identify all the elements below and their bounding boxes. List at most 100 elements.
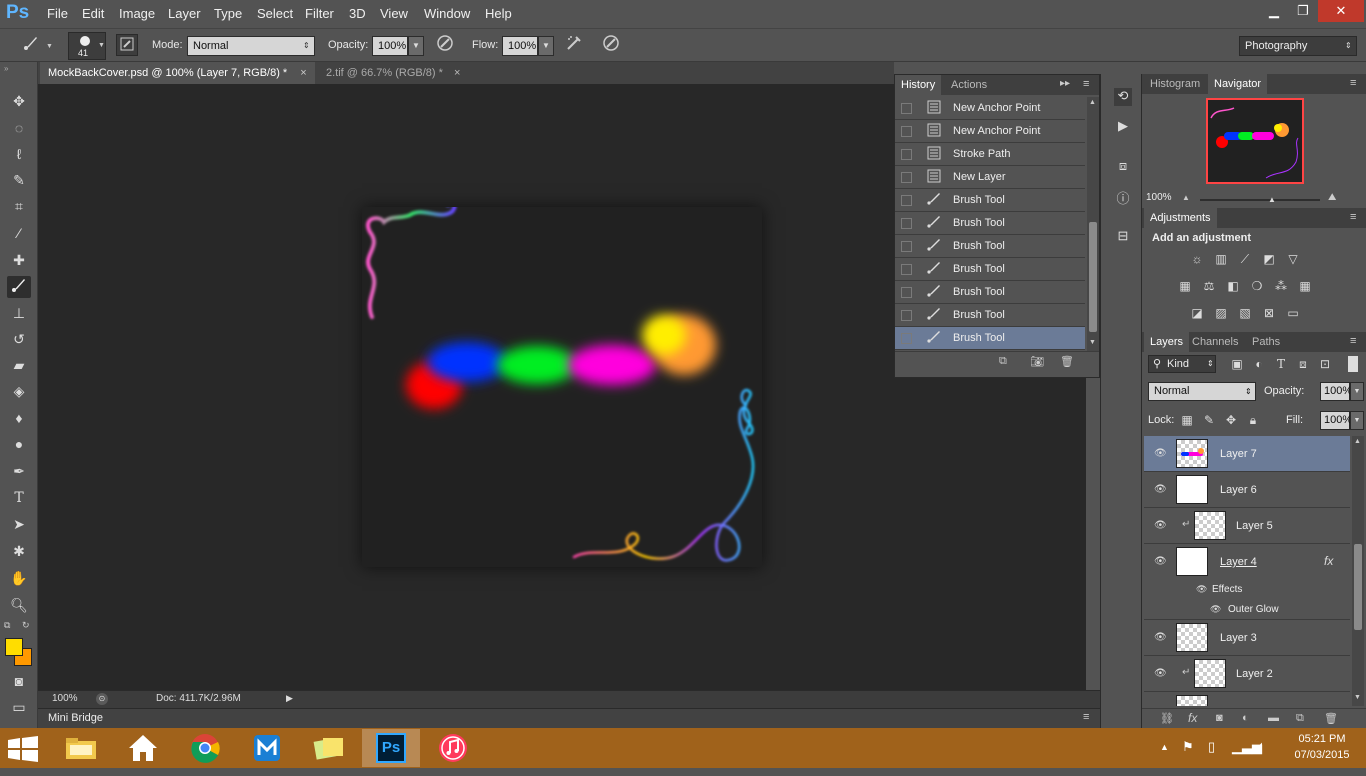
trash-icon[interactable]: 🗑︎ [1060,355,1074,368]
path-selection-tool-icon[interactable]: ➤ [7,513,31,535]
snapshot-source-checkbox[interactable] [901,287,912,298]
hue-saturation-icon[interactable]: ▦ [1176,278,1194,294]
tab-2tif[interactable]: 2.tif @ 66.7% (RGB/8) * × [318,62,468,84]
photoshop-taskbar-icon[interactable]: Ps [362,729,420,767]
type-tool-icon[interactable]: T [7,487,31,509]
lock-transparent-icon[interactable]: ▦ [1178,412,1196,428]
history-state[interactable]: Brush Tool [895,304,1085,327]
filter-adjustment-icon[interactable]: ◐ [1250,356,1268,372]
show-hidden-icons-icon[interactable]: ▲ [1160,742,1169,752]
gradient-map-icon[interactable]: ▭ [1284,305,1302,321]
layer-row-layer-5[interactable]: 👁︎ ↵ Layer 5 [1144,508,1350,544]
menu-help[interactable]: Help [485,6,512,21]
blur-tool-icon[interactable]: ♦ [7,407,31,429]
black-white-icon[interactable]: ◧ [1224,278,1242,294]
history-state[interactable]: Brush Tool [895,189,1085,212]
panel-menu-icon[interactable]: ≡ [1350,335,1356,347]
default-colors-icon[interactable]: ⧉ [4,620,10,631]
filter-type-icon[interactable]: T [1272,356,1290,372]
layer-row-layer-3[interactable]: 👁︎ Layer 3 [1144,620,1350,656]
tab-layers[interactable]: Layers [1144,332,1190,352]
maxthon-icon[interactable] [238,729,296,767]
history-panel-icon[interactable]: ⟲ [1114,88,1132,106]
fill-input[interactable]: 100% [1320,411,1352,430]
lock-position-icon[interactable]: ✥ [1222,412,1240,428]
marquee-tool-icon[interactable]: ◌ [7,117,31,139]
flow-dropdown[interactable]: ▼ [538,36,554,56]
menu-select[interactable]: Select [257,6,293,21]
opacity-dropdown[interactable]: ▼ [408,36,424,56]
tab-mockbackcover[interactable]: MockBackCover.psd @ 100% (Layer 7, RGB/8… [40,62,315,84]
crop-tool-icon[interactable]: ⌗ [7,195,31,217]
color-balance-icon[interactable]: ⚖ [1200,278,1218,294]
layer-row-layer-2[interactable]: 👁︎ ↵ Layer 2 [1144,656,1350,692]
pen-tool-icon[interactable]: ✒ [7,460,31,482]
menu-layer[interactable]: Layer [168,6,201,21]
lock-image-icon[interactable]: ✎ [1200,412,1218,428]
blend-mode-select[interactable]: Normal ⇕ [1148,382,1256,401]
tab-close-icon[interactable]: × [454,67,460,79]
tab-actions[interactable]: Actions [945,75,993,95]
close-button[interactable]: ✕ [1318,0,1364,22]
brush-tool-icon[interactable] [7,276,31,298]
history-scrollbar[interactable]: ▲ ▼ [1087,97,1099,351]
add-style-icon[interactable]: fx [1188,711,1197,725]
mini-bridge-title[interactable]: Mini Bridge [48,712,103,724]
eyedropper-tool-icon[interactable]: ⁄ [7,222,31,244]
opacity-input[interactable]: 100% [372,36,408,56]
visibility-eye-icon[interactable]: 👁︎ [1154,520,1167,531]
visibility-eye-icon[interactable]: 👁︎ [1154,668,1167,679]
zoom-out-icon[interactable]: ▲ [1182,193,1190,202]
scroll-thumb[interactable] [1089,222,1097,332]
outer-glow-row[interactable]: 👁︎ Outer Glow [1144,600,1350,620]
channel-mixer-icon[interactable]: ⁂ [1272,278,1290,294]
layer-row-layer-4[interactable]: 👁︎ Layer 4 fx [1144,544,1350,580]
link-layers-icon[interactable]: ⛓ [1160,712,1174,725]
scroll-thumb[interactable] [1354,544,1362,630]
history-state[interactable]: Brush Tool [895,235,1085,258]
snapshot-source-checkbox[interactable] [901,218,912,229]
chrome-icon[interactable] [176,729,234,767]
status-menu-arrow-icon[interactable]: ▶ [286,693,293,704]
snapshot-source-checkbox[interactable] [901,103,912,114]
brush-size-picker[interactable]: 41 ▼ [68,32,106,60]
visibility-eye-icon[interactable]: 👁︎ [1154,484,1167,495]
history-state[interactable]: New Layer [895,166,1085,189]
layer-name[interactable]: Layer 4 [1220,556,1257,568]
menu-type[interactable]: Type [214,6,242,21]
healing-brush-tool-icon[interactable]: ✚ [7,249,31,271]
new-document-from-state-icon[interactable]: ⧉ [999,355,1007,368]
layer-filter-kind[interactable]: ⚲ Kind ⇕ [1148,355,1216,373]
flow-input[interactable]: 100% [502,36,538,56]
filter-toggle[interactable] [1348,356,1358,372]
clock-time[interactable]: 05:21 PM [1294,733,1350,745]
filter-smart-object-icon[interactable]: ⊡ [1316,356,1334,372]
visibility-eye-icon[interactable]: 👁︎ [1154,632,1167,643]
exposure-icon[interactable]: ◩ [1260,251,1278,267]
history-state[interactable]: Brush Tool [895,258,1085,281]
layer-row-layer-7[interactable]: 👁︎ Layer 7 [1144,436,1350,472]
menu-3d[interactable]: 3D [349,6,366,21]
scroll-up-icon[interactable]: ▲ [1354,438,1361,445]
hand-tool-icon[interactable]: ✋ [7,567,31,589]
posterize-icon[interactable]: ▨ [1212,305,1230,321]
delete-layer-icon[interactable]: 🗑︎ [1324,712,1338,725]
action-center-flag-icon[interactable]: ⚑ [1182,739,1194,755]
snapshot-source-checkbox[interactable] [901,241,912,252]
brush-panel-toggle-icon[interactable] [116,34,138,56]
windows-start-icon[interactable] [8,736,38,765]
tab-close-icon[interactable]: × [300,67,306,79]
brightness-contrast-icon[interactable]: ☼ [1188,251,1206,267]
layer-name[interactable]: Layer 3 [1220,632,1257,644]
tab-navigator[interactable]: Navigator [1208,74,1268,94]
status-info-icon[interactable]: ⊙ [96,693,108,705]
scroll-down-icon[interactable]: ▼ [1089,339,1096,346]
layer-name[interactable]: Layer 5 [1236,520,1273,532]
layers-scrollbar[interactable]: ▲ ▼ [1352,436,1364,706]
dropdown-arrow-icon[interactable]: ▼ [46,43,53,50]
lasso-tool-icon[interactable]: ℓ [7,143,31,165]
internet-explorer-home-icon[interactable] [114,729,172,767]
airbrush-icon[interactable] [563,34,585,56]
file-explorer-icon[interactable] [52,729,110,767]
tab-adjustments[interactable]: Adjustments [1144,208,1217,228]
